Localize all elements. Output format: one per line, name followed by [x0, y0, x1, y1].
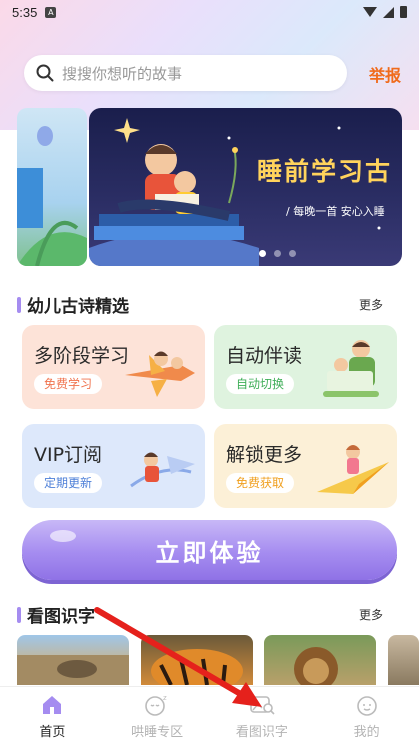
tab-label: 我的 — [353, 725, 380, 740]
tab-label: 首页 — [39, 725, 66, 740]
profile-face-icon — [356, 696, 377, 716]
signal-icon — [383, 6, 394, 18]
section-title-pictures: 看图识字 — [17, 602, 95, 627]
button-shine — [50, 530, 76, 542]
sleep-face-icon: z — [145, 694, 167, 716]
tiger-thumbnail — [151, 649, 243, 685]
reading-family-icon — [323, 340, 379, 397]
wifi-icon — [363, 7, 377, 17]
card-badge: 定期更新 — [34, 473, 103, 493]
tab-sleep-zone[interactable]: z 哄睡专区 — [105, 687, 210, 746]
image-search-icon — [250, 696, 275, 715]
tab-label: 看图识字 — [235, 725, 288, 740]
lion-thumbnail — [294, 647, 338, 685]
card-unlock-more[interactable]: 解锁更多 免费获取 — [214, 424, 397, 508]
try-now-label: 立即体验 — [155, 538, 264, 567]
banner-subtitle: / 每晚一首 安心入睡 — [286, 205, 385, 218]
carousel-dot — [289, 250, 296, 257]
picture-card[interactable] — [264, 635, 376, 685]
more-link-poems[interactable]: 更多 — [359, 296, 383, 313]
section-accent-bar — [17, 606, 21, 623]
card-title: 解锁更多 — [226, 444, 303, 466]
carousel-indicator — [259, 250, 296, 257]
notification-icon: A — [45, 6, 57, 18]
tab-profile[interactable]: 我的 — [314, 687, 419, 746]
card-auto-reading[interactable]: 自动伴读 自动切换 — [214, 325, 397, 409]
more-link-pictures[interactable]: 更多 — [359, 606, 383, 623]
paper-plane-kid-icon — [130, 452, 195, 488]
card-vip-subscription[interactable]: VIP订阅 定期更新 — [22, 424, 205, 508]
report-button[interactable]: 举报 — [369, 62, 401, 86]
card-multi-stage-learning[interactable]: 多阶段学习 免费学习 — [22, 325, 205, 409]
card-badge: 自动切换 — [226, 374, 295, 394]
card-badge: 免费获取 — [226, 473, 295, 493]
search-input[interactable]: 搜搜你想听的故事 — [24, 55, 347, 91]
zoo-animal-thumbnail — [17, 655, 129, 685]
card-title: 多阶段学习 — [34, 345, 130, 367]
status-time: 5:35 — [12, 4, 38, 20]
tab-picture-recognition[interactable]: 看图识字 — [210, 687, 315, 746]
card-title: VIP订阅 — [34, 444, 103, 466]
search-icon — [36, 64, 54, 82]
carousel-dot — [274, 250, 281, 257]
bottom-tab-bar: 首页 z 哄睡专区 看图识字 我的 — [0, 686, 419, 746]
section-title-text: 看图识字 — [27, 607, 95, 627]
picture-card[interactable] — [141, 635, 253, 685]
banner-prev-illustration — [17, 126, 87, 266]
try-now-button[interactable]: 立即体验 — [22, 520, 397, 580]
svg-text:z: z — [163, 694, 167, 702]
picture-card[interactable] — [17, 635, 129, 685]
search-placeholder: 搜搜你想听的故事 — [62, 64, 183, 83]
section-accent-bar — [17, 296, 21, 313]
card-badge: 免费学习 — [34, 374, 103, 394]
tab-label: 哄睡专区 — [131, 725, 184, 740]
card-title: 自动伴读 — [226, 345, 303, 367]
section-title-text: 幼儿古诗精选 — [27, 297, 129, 317]
tab-home[interactable]: 首页 — [0, 687, 105, 746]
battery-icon — [400, 6, 407, 18]
banner-slide[interactable]: 睡前学习古 / 每晚一首 安心入睡 — [89, 108, 402, 266]
status-bar: 5:35 A — [0, 0, 419, 24]
paper-plane-girl-icon — [317, 445, 389, 494]
banner-title: 睡前学习古 — [257, 157, 393, 186]
banner-prev-slide[interactable] — [17, 108, 87, 266]
carousel-dot — [259, 250, 266, 257]
section-title-poems: 幼儿古诗精选 — [17, 292, 129, 317]
airplane-kids-icon — [125, 351, 195, 397]
home-icon — [43, 696, 62, 714]
picture-card[interactable] — [388, 635, 419, 685]
